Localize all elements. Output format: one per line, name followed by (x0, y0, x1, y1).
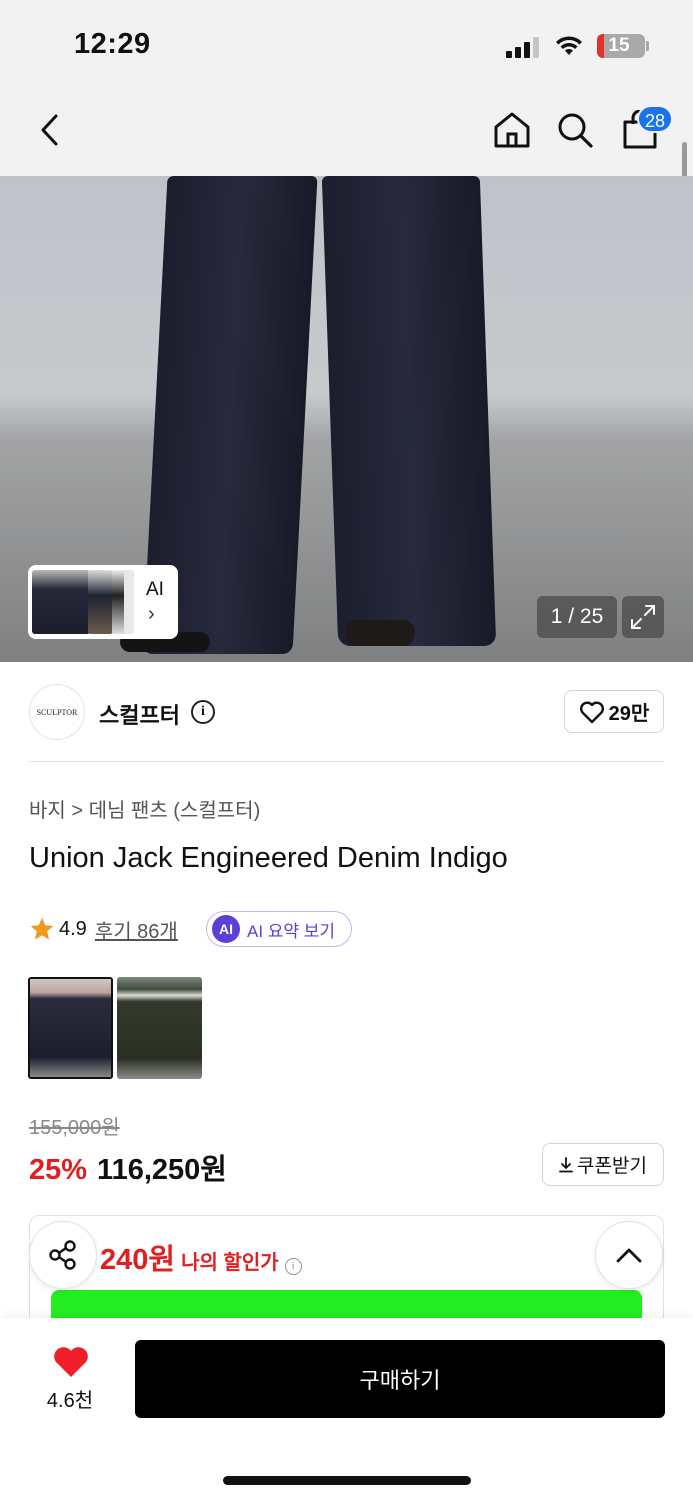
brand-like-count: 29만 (608, 703, 650, 725)
my-discount-amount: 240원 (100, 1244, 176, 1276)
rating-score: 4.9 (59, 917, 87, 940)
product-like-button[interactable] (52, 1345, 90, 1384)
coupon-label: 쿠폰받기 (577, 1156, 647, 1177)
rating-row: 4.9 후기 86개 (29, 913, 178, 945)
sale-price-row: 25% 116,250원 (29, 1146, 227, 1188)
share-icon (49, 1240, 76, 1270)
ai-summary-label: AI 요약 보기 (247, 921, 336, 941)
battery-level: 15 (608, 35, 630, 56)
cart-count-badge: 28 (637, 105, 674, 133)
info-icon[interactable]: i (191, 700, 215, 724)
home-button[interactable] (490, 108, 534, 152)
info-icon[interactable]: i (284, 1258, 302, 1275)
expand-icon (631, 605, 655, 629)
brand-name[interactable]: 스컬프터 (99, 698, 180, 730)
scroll-top-button[interactable] (595, 1221, 663, 1289)
cellular-signal-icon (506, 36, 542, 58)
divider (29, 761, 664, 762)
expand-image-button[interactable] (622, 596, 664, 638)
color-option-indigo[interactable] (28, 977, 113, 1079)
star-icon (30, 917, 54, 940)
ai-label: AI (146, 579, 164, 600)
image-counter: 1 / 25 (537, 596, 617, 638)
gallery-thumbnail-strip[interactable]: AI › (28, 565, 178, 639)
chevron-up-icon (616, 1248, 642, 1263)
original-price: 155,000원 (29, 1117, 120, 1139)
back-button[interactable] (28, 108, 72, 152)
home-icon (494, 112, 530, 148)
top-nav (0, 90, 693, 176)
color-option-green[interactable] (117, 977, 202, 1079)
search-button[interactable] (553, 108, 597, 152)
my-discount-label: 나의 할인가 (181, 1252, 279, 1274)
review-count-link[interactable]: 후기 86개 (95, 915, 178, 944)
status-time: 12:29 (74, 28, 151, 60)
my-discount-price[interactable]: 240원 나의 할인가 i (100, 1236, 302, 1278)
brand-like-button[interactable]: 29만 (564, 690, 664, 733)
product-like-count: 4.6천 (46, 1390, 94, 1412)
battery-icon: 15 (597, 34, 645, 58)
wifi-icon (556, 36, 582, 55)
heart-filled-icon (54, 1347, 88, 1377)
coupon-button[interactable]: 쿠폰받기 (542, 1143, 664, 1186)
share-button[interactable] (29, 1221, 97, 1289)
heart-outline-icon (579, 701, 604, 723)
sale-price: 116,250원 (97, 1154, 227, 1186)
chevron-left-icon (41, 114, 58, 146)
chevron-right-icon: › (148, 603, 155, 625)
brand-logo[interactable]: SCULPTOR (29, 684, 85, 740)
category-breadcrumb[interactable]: 바지 > 데님 팬츠 (스컬프터) (29, 794, 260, 823)
search-icon (558, 113, 593, 148)
ai-badge-icon: AI (212, 915, 240, 943)
download-icon (559, 1156, 573, 1172)
home-indicator[interactable] (223, 1476, 471, 1485)
ai-summary-button[interactable]: AI AI 요약 보기 (206, 911, 352, 947)
product-title: Union Jack Engineered Denim Indigo (29, 842, 508, 874)
buy-button[interactable]: 구매하기 (135, 1340, 665, 1418)
status-bar: 12:29 15 (0, 0, 693, 90)
discount-rate: 25% (29, 1154, 88, 1186)
